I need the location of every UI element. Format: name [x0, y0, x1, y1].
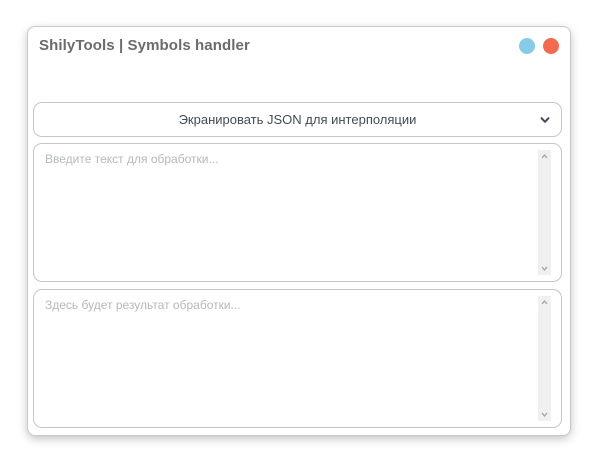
arrow-down-icon[interactable] [540, 410, 549, 419]
output-textarea[interactable]: Здесь будет результат обработки... [33, 289, 562, 428]
window-title: ShilyTools | Symbols handler [39, 37, 250, 54]
mode-select[interactable]: Экранировать JSON для интерполяции [33, 102, 562, 137]
input-placeholder: Введите текст для обработки... [45, 152, 219, 166]
arrow-up-icon[interactable] [540, 152, 549, 161]
mode-select-value: Экранировать JSON для интерполяции [178, 112, 417, 127]
input-textarea[interactable]: Введите текст для обработки... [33, 143, 562, 282]
arrow-down-icon[interactable] [540, 264, 549, 273]
input-scrollbar[interactable] [538, 150, 551, 275]
close-button[interactable] [543, 38, 559, 54]
chevron-down-icon [540, 117, 550, 123]
output-placeholder: Здесь будет результат обработки... [45, 298, 241, 312]
minimize-button[interactable] [519, 38, 535, 54]
arrow-up-icon[interactable] [540, 298, 549, 307]
app-window: ShilyTools | Symbols handler Экранироват… [28, 27, 570, 435]
output-scrollbar[interactable] [538, 296, 551, 421]
